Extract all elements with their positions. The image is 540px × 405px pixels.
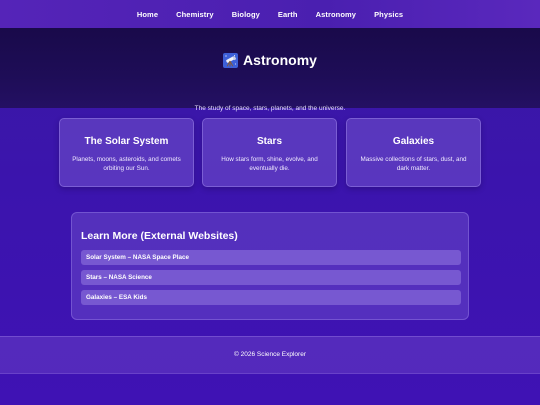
card-description: Planets, moons, asteroids, and comets or…	[72, 156, 181, 172]
nav-link-chemistry[interactable]: Chemistry	[176, 10, 214, 19]
nav-link-home[interactable]: Home	[137, 10, 158, 19]
hero-subtitle: The study of space, stars, planets, and …	[194, 105, 346, 112]
hero-title: Astronomy	[243, 52, 317, 68]
learn-more-title: Learn More (External Websites)	[81, 230, 238, 242]
learn-more-panel: Learn More (External Websites) Solar Sys…	[71, 212, 469, 320]
nav-link-biology[interactable]: Biology	[232, 10, 260, 19]
card-description: Massive collections of stars, dust, and …	[360, 156, 467, 172]
nav-link-physics[interactable]: Physics	[374, 10, 403, 19]
nav-link-earth[interactable]: Earth	[278, 10, 298, 19]
card-description: How stars form, shine, evolve, and event…	[221, 156, 318, 172]
page-title: Astronomy	[0, 52, 540, 68]
card-title: Galaxies	[392, 136, 435, 147]
card-solar-system[interactable]: The Solar System Planets, moons, asteroi…	[59, 118, 194, 187]
nav-link-astronomy[interactable]: Astronomy	[316, 10, 357, 19]
card-galaxies[interactable]: Galaxies Massive collections of stars, d…	[346, 118, 481, 187]
link-solar-system-nasa[interactable]: Solar System – NASA Space Place	[81, 250, 461, 265]
card-stars[interactable]: Stars How stars form, shine, evolve, and…	[202, 118, 337, 187]
footer-copyright: © 2026 Science Explorer	[234, 351, 306, 358]
telescope-icon	[223, 52, 239, 68]
card-title: Stars	[256, 136, 282, 147]
footer: © 2026 Science Explorer	[0, 336, 540, 374]
link-galaxies-esa[interactable]: Galaxies – ESA Kids	[81, 290, 461, 305]
hero-banner: Astronomy The study of space, stars, pla…	[0, 28, 540, 112]
link-stars-nasa[interactable]: Stars – NASA Science	[81, 270, 461, 285]
top-nav: Home Chemistry Biology Earth Astronomy P…	[0, 0, 540, 28]
card-title: The Solar System	[84, 136, 169, 147]
